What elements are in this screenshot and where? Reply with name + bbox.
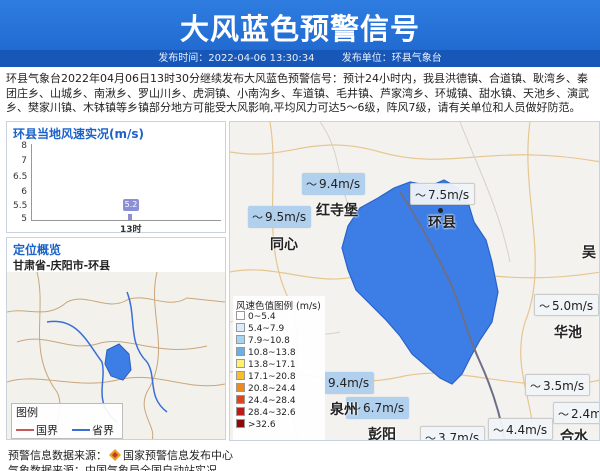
speed-legend-item: 7.9~10.8 [236,335,290,346]
speed-legend-item: 20.8~24.4 [236,383,296,394]
data-label: 5.2 [123,199,139,211]
source-footer: 预警信息数据来源： 国家预警信息发布中心 [8,449,233,462]
wind-icon: 〜 [252,211,263,224]
town-label: 华池 [554,325,582,341]
town-label: 泉州 [330,402,358,418]
wind-speed-legend: 风速色值图例 (m/s) 0~5.4 5.4~7.9 7.9~10.8 10.8… [233,296,325,440]
color-swatch [236,371,245,380]
color-swatch [236,347,245,356]
y-tick: 8 [21,141,27,151]
y-tick: 6.5 [13,172,28,182]
wind-icon: 〜 [530,380,541,393]
y-tick: 5.5 [13,201,28,211]
wind-tag[interactable]: 〜 7.5m/s [410,183,476,205]
color-swatch [236,419,245,428]
town-label: 吴 [582,245,596,261]
location-title: 定位概览 [13,243,62,257]
wind-tag[interactable]: 〜 5.0m/s [534,294,599,316]
town-label: 合水 [560,429,588,441]
speed-legend-item: 13.8~17.1 [236,359,296,370]
location-panel: 定位概览 甘肃省-庆阳市-环县 图例 国界 省界 [6,237,226,440]
wind-tag[interactable]: 〜 3.5m/s [525,374,591,396]
weather-source-footer: 气象数据来源：中国气象局全国自动站实况 [8,464,217,471]
color-swatch [236,407,245,416]
town-marker [438,208,443,213]
y-tick: 5 [21,214,27,224]
speed-legend-item: >32.6 [236,419,276,430]
wind-tag[interactable]: 9.4m/s [324,372,375,394]
speed-legend-item: 24.4~28.4 [236,395,296,406]
color-swatch [236,311,245,320]
y-tick: 7 [21,156,27,166]
publish-info-bar: 发布时间：2022-04-06 13:30:34 发布单位：环县气象台 [0,50,600,67]
bar-mark [128,214,132,220]
x-tick-label: 13时 [120,225,142,235]
wind-speed-panel: 环县当地风速实况(m/s) 8 7 6.5 6 5.5 5 5.2 13时 [6,121,226,235]
wind-tag[interactable]: 〜 4.4m/s [488,418,554,440]
y-axis [31,144,32,220]
wind-icon: 〜 [425,432,436,441]
speed-legend-item: 28.4~32.6 [236,407,296,418]
y-tick: 6 [21,187,27,197]
color-swatch [236,323,245,332]
legend-title: 图例 [16,406,38,419]
wind-tag[interactable]: 〜 9.5m/s [248,206,312,228]
speed-legend-title: 风速色值图例 (m/s) [236,301,321,312]
border-line-swatch [16,429,34,431]
legend-label: 省界 [92,424,114,437]
wind-tag[interactable]: 〜 2.4m [553,402,599,424]
speed-legend-item: 17.1~20.8 [236,371,296,382]
wind-chart-title: 环县当地风速实况(m/s) [13,127,144,141]
warning-text: 环县气象台2022年04月06日13时30分继续发布大风蓝色预警信号：预计24小… [6,72,589,114]
legend-label: 国界 [36,424,58,437]
speed-legend-item: 5.4~7.9 [236,323,284,334]
town-label: 同心 [270,237,298,253]
wind-icon: 〜 [493,424,504,437]
speed-legend-item: 0~5.4 [236,311,276,322]
wind-tag[interactable]: 〜 9.4m/s [302,173,366,195]
publish-time: 发布时间：2022-04-06 13:30:34 [158,53,315,64]
town-label: 红寺堡 [316,203,358,219]
province-line-swatch [72,429,90,431]
location-name: 甘肃省-庆阳市-环县 [13,259,111,272]
town-label: 环县 [428,215,456,231]
color-swatch [236,359,245,368]
town-label: 彭阳 [368,427,396,441]
wind-icon: 〜 [415,189,426,202]
wind-icon: 〜 [306,178,317,191]
speed-legend-item: 10.8~13.8 [236,347,296,358]
x-axis [31,220,221,221]
wind-icon: 〜 [539,300,550,313]
color-swatch [236,395,245,404]
source-name-link[interactable]: 国家预警信息发布中心 [123,449,233,462]
wind-icon: 〜 [558,408,569,421]
map-legend: 图例 国界 省界 [11,403,123,439]
warning-center-logo-icon [109,449,121,461]
color-swatch [236,383,245,392]
publisher: 发布单位：环县气象台 [341,53,442,64]
header-banner: 大风蓝色预警信号 发布时间：2022-04-06 13:30:34 发布单位：环… [0,0,600,67]
wind-tag[interactable]: 〜 3.7m/s [420,426,486,441]
color-swatch [236,335,245,344]
page-title: 大风蓝色预警信号 [179,12,420,46]
